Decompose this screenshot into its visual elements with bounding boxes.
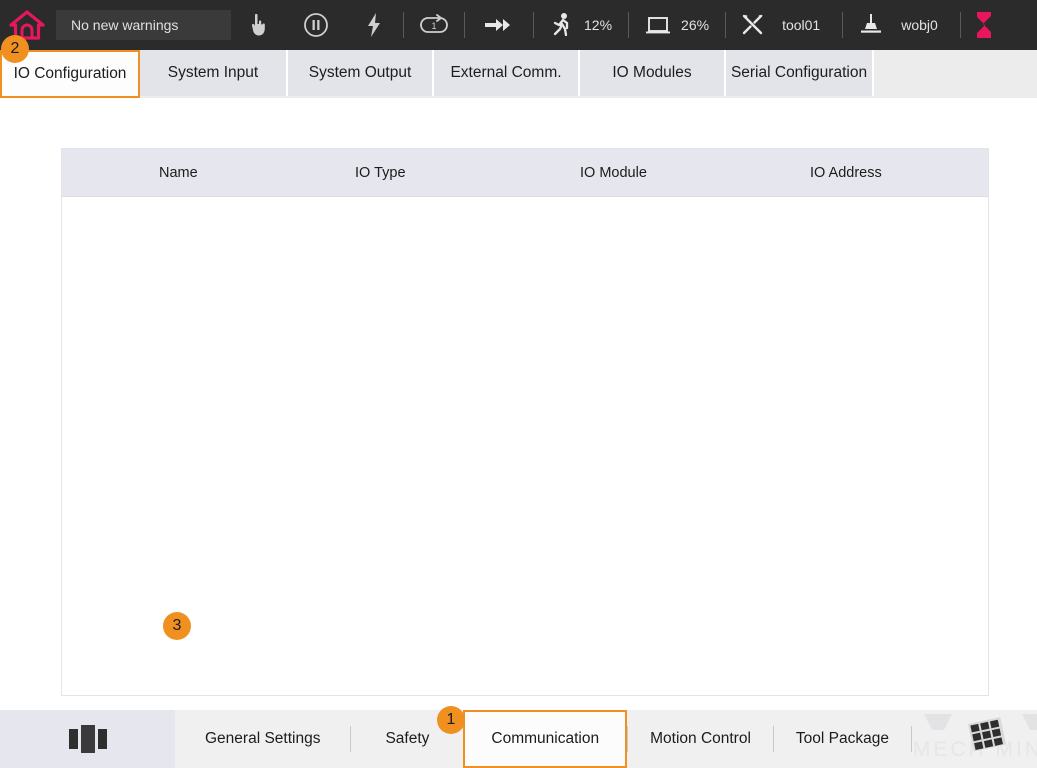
system-load-indicator[interactable]: [641, 0, 675, 50]
panels-icon: [68, 725, 107, 753]
content-area: Name IO Type IO Module IO Address Add Mo…: [0, 98, 1037, 764]
tool-value: tool01: [782, 17, 821, 33]
column-header-io-module: IO Module: [580, 164, 647, 181]
running-person-icon: [553, 13, 569, 37]
tab-external-comm[interactable]: External Comm.: [434, 50, 580, 96]
svg-text:1: 1: [431, 21, 436, 31]
tabbar-filler: [874, 50, 1037, 96]
workobject-value: wobj0: [901, 17, 938, 33]
nav-label: Motion Control: [650, 730, 751, 747]
system-load-value: 26%: [681, 17, 710, 33]
column-header-io-address: IO Address: [810, 164, 882, 181]
tab-io-modules[interactable]: IO Modules: [580, 50, 726, 96]
toolbar-divider-6: [842, 12, 844, 38]
pause-button[interactable]: [287, 0, 345, 50]
tool-selector[interactable]: [736, 0, 770, 50]
toolbar-divider-3: [533, 12, 534, 38]
bottom-navigation-bar: General Settings Safety Communication Mo…: [0, 710, 1037, 768]
mech-mind-logo-icon: MECH MIND: [913, 714, 1037, 761]
nav-label: Tool Package: [795, 730, 889, 747]
settings-tab-bar: IO Configuration System Input System Out…: [0, 50, 1037, 98]
column-header-io-type: IO Type: [355, 164, 406, 181]
monitor-icon: [646, 17, 671, 34]
speed-indicator[interactable]: [546, 0, 578, 50]
callout-number: 1: [446, 711, 456, 728]
lightning-bolt-icon: [368, 13, 380, 37]
top-status-bar: No new warnings 1 12% 26% tool01 wobj0: [0, 0, 1037, 50]
nav-label: Communication: [491, 730, 600, 747]
nav-item-motion-control[interactable]: Motion Control: [628, 710, 773, 768]
tab-label: IO Configuration: [13, 65, 127, 82]
warning-text: No new warnings: [71, 17, 179, 33]
callout-badge-1: 1: [437, 706, 465, 734]
step-forward-button[interactable]: [465, 0, 533, 50]
nav-item-general-settings[interactable]: General Settings: [175, 710, 350, 768]
callout-badge-2: 2: [1, 35, 29, 63]
tab-label: System Input: [167, 64, 259, 81]
nav-item-tool-package[interactable]: Tool Package: [774, 710, 911, 768]
callout-number: 2: [10, 40, 20, 57]
nav-label: Safety: [385, 730, 430, 747]
toolbar-divider-5: [725, 12, 727, 38]
tab-label: Serial Configuration: [730, 64, 868, 81]
callout-number: 3: [172, 617, 182, 634]
tab-system-input[interactable]: System Input: [140, 50, 288, 96]
pause-circle-icon: [304, 13, 328, 37]
warning-message-box[interactable]: No new warnings: [56, 10, 231, 40]
nav-item-communication[interactable]: Communication: [463, 710, 628, 768]
workobject-selector[interactable]: [851, 0, 891, 50]
toolbar-divider-4: [628, 12, 630, 38]
robot-status-button[interactable]: [961, 0, 1007, 50]
loop-mode-button[interactable]: 1: [404, 0, 464, 50]
application-window: No new warnings 1 12% 26% tool01 wobj0 I…: [0, 0, 1037, 768]
power-button[interactable]: [345, 0, 403, 50]
fast-forward-icon: [485, 19, 510, 31]
callout-badge-3: 3: [163, 612, 191, 640]
tab-label: External Comm.: [450, 64, 562, 81]
nav-label: General Settings: [205, 730, 321, 747]
jog-button[interactable]: [231, 0, 287, 50]
column-header-name: Name: [159, 164, 198, 181]
table-header-row: Name IO Type IO Module IO Address: [62, 149, 988, 197]
tab-system-output[interactable]: System Output: [288, 50, 434, 96]
io-configuration-table: Name IO Type IO Module IO Address: [61, 148, 989, 696]
brand-logo: MECH MIND: [912, 710, 1037, 768]
workobject-icon: [861, 14, 882, 33]
tools-icon: [742, 14, 763, 35]
robot-arm-icon: [976, 12, 991, 38]
tab-label: System Output: [308, 64, 412, 81]
tab-serial-configuration[interactable]: Serial Configuration: [726, 50, 874, 96]
tab-label: IO Modules: [612, 64, 692, 81]
panels-button[interactable]: [0, 710, 175, 768]
hand-pointer-icon: [251, 13, 265, 36]
speed-value: 12%: [584, 17, 613, 33]
loop-once-icon: 1: [420, 14, 448, 33]
table-body-empty[interactable]: [62, 197, 988, 694]
